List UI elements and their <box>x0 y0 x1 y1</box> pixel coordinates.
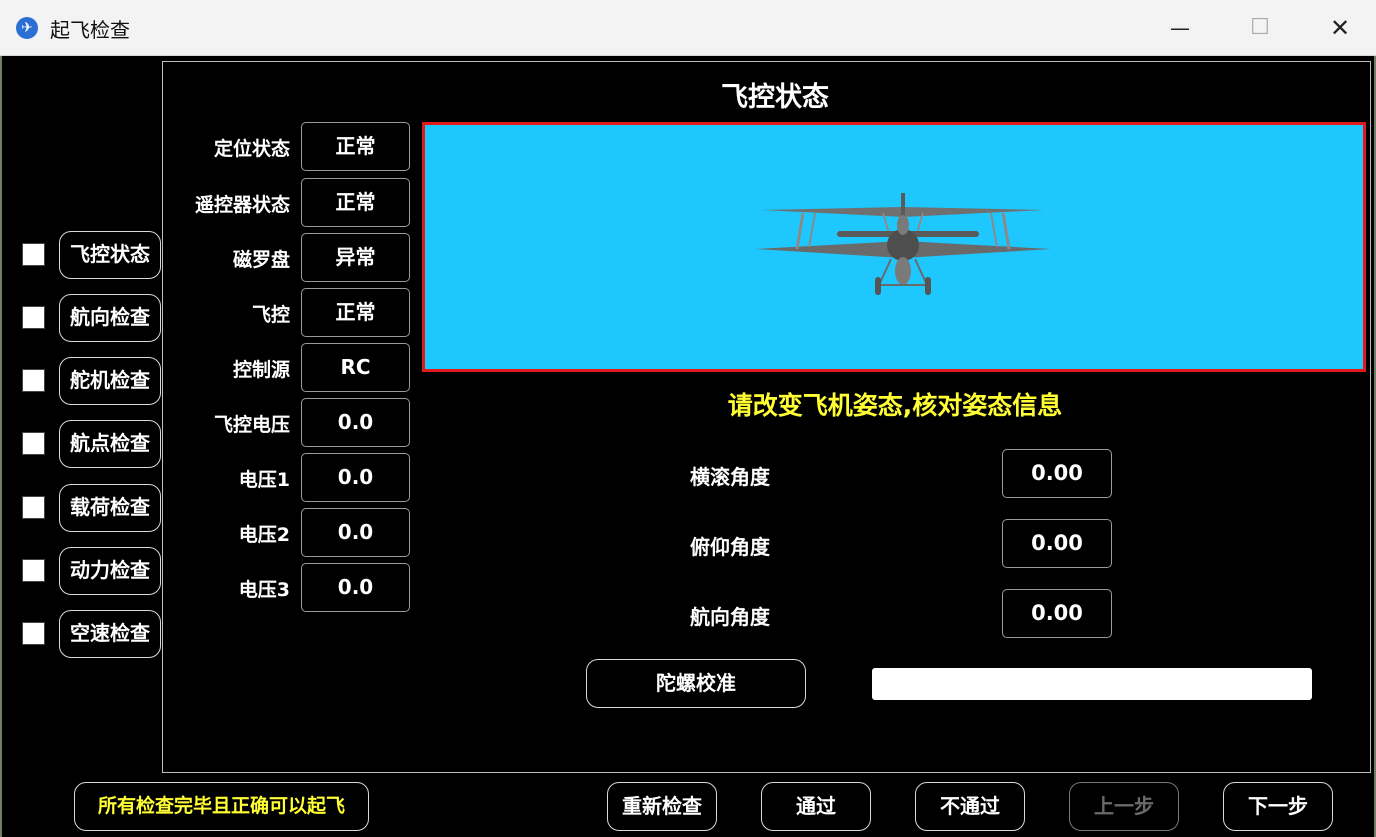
attitude-hint: 请改变飞机姿态,核对姿态信息 <box>727 391 1063 420</box>
prev-step-button[interactable]: 上一步 <box>1069 782 1179 831</box>
roll-angle-label: 横滚角度 <box>690 465 770 489</box>
app-plane-icon: ✈ <box>16 17 38 39</box>
status-label: 飞控 <box>251 304 290 326</box>
fail-button[interactable]: 不通过 <box>915 782 1025 831</box>
recheck-button[interactable]: 重新检查 <box>607 782 717 831</box>
status-label: 遥控器状态 <box>194 194 290 216</box>
status-value: 正常 <box>301 178 410 227</box>
status-value: RC <box>301 343 410 392</box>
status-label: 定位状态 <box>213 138 290 160</box>
pitch-angle-label: 俯仰角度 <box>690 535 770 559</box>
step-checkbox-heading[interactable] <box>22 306 45 329</box>
step-flight-control-button[interactable]: 飞控状态 <box>59 231 161 279</box>
status-label: 电压3 <box>238 579 290 601</box>
status-label: 控制源 <box>232 359 290 381</box>
title-bar: ✈ 起飞检查 — ☐ ✕ <box>0 0 1376 56</box>
step-checkbox-airspeed[interactable] <box>22 622 45 645</box>
status-value: 正常 <box>301 288 410 337</box>
step-checkbox-servo[interactable] <box>22 369 45 392</box>
status-value: 异常 <box>301 233 410 282</box>
close-button[interactable]: ✕ <box>1320 10 1360 46</box>
status-value: 0.0 <box>301 563 410 612</box>
gyro-progress-bar <box>872 668 1312 700</box>
window-title: 起飞检查 <box>50 18 130 42</box>
status-label: 电压2 <box>238 524 290 546</box>
status-label: 飞控电压 <box>213 414 290 436</box>
step-power-button[interactable]: 动力检查 <box>59 547 161 595</box>
step-payload-button[interactable]: 载荷检查 <box>59 484 161 532</box>
next-step-button[interactable]: 下一步 <box>1223 782 1333 831</box>
status-value: 0.0 <box>301 508 410 557</box>
step-checkbox-payload[interactable] <box>22 496 45 519</box>
status-value: 正常 <box>301 122 410 171</box>
attitude-view <box>422 122 1366 372</box>
pass-button[interactable]: 通过 <box>761 782 871 831</box>
status-value: 0.0 <box>301 398 410 447</box>
step-checkbox-flight-control[interactable] <box>22 243 45 266</box>
step-servo-button[interactable]: 舵机检查 <box>59 357 161 405</box>
pitch-angle-value: 0.00 <box>1002 519 1112 568</box>
step-airspeed-button[interactable]: 空速检查 <box>59 610 161 658</box>
biplane-icon <box>755 193 1051 295</box>
step-waypoint-button[interactable]: 航点检查 <box>59 420 161 468</box>
maximize-button[interactable]: ☐ <box>1240 10 1280 46</box>
gyro-calibrate-button[interactable]: 陀螺校准 <box>586 659 806 708</box>
status-value: 0.0 <box>301 453 410 502</box>
minimize-button[interactable]: — <box>1160 10 1200 46</box>
step-checkbox-power[interactable] <box>22 559 45 582</box>
roll-angle-value: 0.00 <box>1002 449 1112 498</box>
heading-angle-label: 航向角度 <box>690 605 770 629</box>
step-heading-button[interactable]: 航向检查 <box>59 294 161 342</box>
status-label: 磁罗盘 <box>232 249 290 271</box>
step-checkbox-waypoint[interactable] <box>22 432 45 455</box>
heading-angle-value: 0.00 <box>1002 589 1112 638</box>
takeoff-notice: 所有检查完毕且正确可以起飞 <box>74 782 369 831</box>
panel-title: 飞控状态 <box>721 82 829 113</box>
status-label: 电压1 <box>238 469 290 491</box>
